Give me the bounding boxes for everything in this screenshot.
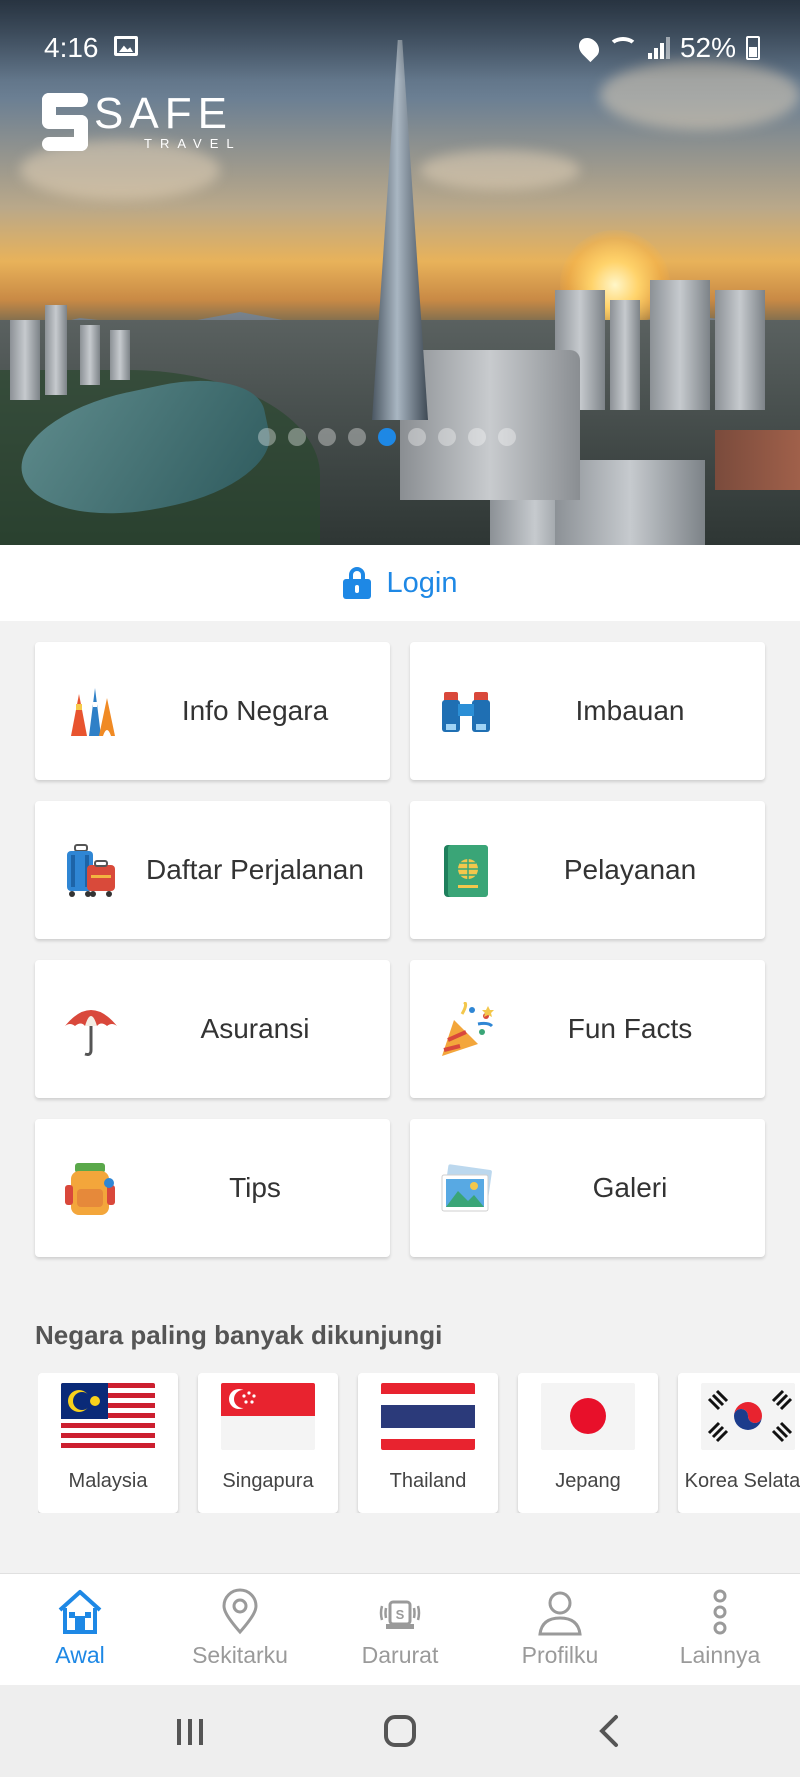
more-vertical-icon — [713, 1589, 727, 1635]
nav-label: Lainnya — [679, 1642, 761, 1668]
menu-label: Info Negara — [181, 695, 329, 726]
carousel-dot[interactable] — [288, 428, 306, 446]
location-pin-icon — [222, 1588, 258, 1635]
system-navigation-bar — [0, 1685, 800, 1777]
building — [45, 305, 67, 395]
singapore-flag — [221, 1383, 315, 1450]
nav-label: Awal — [55, 1642, 105, 1668]
nav-lainnya[interactable]: Lainnya — [640, 1574, 800, 1686]
country-carousel[interactable]: Malaysia Singapura Thailand Jepang Korea… — [38, 1373, 800, 1513]
country-name: Malaysia — [68, 1470, 148, 1492]
home-button-icon[interactable] — [370, 1707, 430, 1755]
country-name: Korea Selatan — [684, 1470, 800, 1492]
menu-label: Galeri — [592, 1172, 668, 1203]
wifi-icon — [607, 37, 638, 59]
nav-label: Sekitarku — [192, 1642, 288, 1668]
building — [110, 330, 130, 380]
japan-flag — [541, 1383, 635, 1450]
south-korea-flag — [701, 1383, 795, 1450]
menu-imbauan[interactable]: Imbauan — [410, 642, 765, 780]
thailand-flag — [381, 1383, 475, 1450]
nav-awal[interactable]: Awal — [0, 1574, 160, 1686]
hero-banner[interactable]: 4:16 52% SAFE TRAVEL — [0, 0, 800, 545]
country-card-singapura[interactable]: Singapura — [198, 1373, 338, 1513]
lock-icon — [342, 567, 371, 599]
building — [650, 280, 710, 410]
nav-sekitarku[interactable]: Sekitarku — [160, 1574, 320, 1686]
safe-travel-logo: SAFE TRAVEL — [42, 92, 242, 151]
carousel-dot[interactable] — [258, 428, 276, 446]
menu-daftar-perjalanan[interactable]: Daftar Perjalanan — [35, 801, 390, 939]
landmarks-icon — [71, 688, 115, 736]
building — [715, 430, 800, 490]
carousel-indicator — [258, 428, 516, 446]
country-card-korea-selatan[interactable]: Korea Selatan — [678, 1373, 800, 1513]
logo-text: SAFE — [94, 89, 233, 138]
menu-info-negara[interactable]: Info Negara — [35, 642, 390, 780]
photos-icon — [441, 1164, 492, 1212]
bottom-navigation: Awal Sekitarku S Darurat Profilku Lainny… — [0, 1573, 800, 1685]
backpack-icon — [65, 1163, 115, 1215]
mall-building — [400, 350, 580, 500]
country-card-malaysia[interactable]: Malaysia — [38, 1373, 178, 1513]
carousel-dot[interactable] — [438, 428, 456, 446]
status-time: 4:16 — [44, 32, 99, 63]
back-icon[interactable] — [580, 1707, 640, 1755]
building — [610, 300, 640, 410]
menu-tips[interactable]: Tips — [35, 1119, 390, 1257]
gallery-icon — [114, 36, 138, 56]
carousel-dot[interactable] — [318, 428, 336, 446]
building — [715, 290, 765, 410]
signal-icon — [647, 37, 670, 59]
skyscraper-tower — [372, 40, 428, 420]
nav-profilku[interactable]: Profilku — [480, 1574, 640, 1686]
country-card-jepang[interactable]: Jepang — [518, 1373, 658, 1513]
building — [80, 325, 100, 385]
menu-label: Daftar Perjalanan — [146, 854, 364, 885]
status-bar: 4:16 52% — [0, 0, 800, 95]
carousel-dot[interactable] — [468, 428, 486, 446]
malaysia-flag — [61, 1383, 155, 1450]
login-button[interactable]: Login — [0, 545, 800, 621]
section-title: Negara paling banyak dikunjungi — [35, 1320, 443, 1350]
country-card-thailand[interactable]: Thailand — [358, 1373, 498, 1513]
menu-label: Pelayanan — [563, 854, 697, 885]
location-icon — [574, 33, 604, 63]
luggage-icon — [67, 844, 115, 897]
menu-label: Fun Facts — [567, 1013, 693, 1044]
svg-text:S: S — [396, 1607, 405, 1622]
battery-icon — [746, 36, 760, 60]
cloud — [420, 150, 580, 190]
menu-label: Asuransi — [200, 1013, 310, 1044]
recent-apps-icon[interactable] — [160, 1707, 220, 1755]
menu-galeri[interactable]: Galeri — [410, 1119, 765, 1257]
country-name: Jepang — [555, 1470, 621, 1492]
logo-mark-icon — [42, 92, 88, 151]
logo-subtext: TRAVEL — [144, 136, 242, 151]
carousel-dot[interactable] — [498, 428, 516, 446]
menu-label: Imbauan — [575, 695, 685, 726]
carousel-dot-active[interactable] — [378, 428, 396, 446]
nav-label: Darurat — [361, 1642, 439, 1668]
home-icon — [58, 1590, 102, 1634]
emergency-siren-icon: S — [379, 1600, 421, 1629]
binoculars-icon — [442, 692, 490, 732]
umbrella-icon — [65, 1010, 117, 1056]
menu-asuransi[interactable]: Asuransi — [35, 960, 390, 1098]
menu-pelayanan[interactable]: Pelayanan — [410, 801, 765, 939]
menu-label: Tips — [229, 1172, 281, 1203]
country-name: Thailand — [389, 1470, 467, 1492]
party-popper-icon — [442, 1002, 494, 1056]
carousel-dot[interactable] — [408, 428, 426, 446]
passport-icon — [444, 845, 488, 897]
nav-darurat[interactable]: S Darurat — [320, 1574, 480, 1686]
login-label: Login — [386, 566, 458, 599]
menu-fun-facts[interactable]: Fun Facts — [410, 960, 765, 1098]
nav-label: Profilku — [521, 1642, 599, 1668]
battery-percent: 52% — [679, 32, 736, 63]
carousel-dot[interactable] — [348, 428, 366, 446]
person-icon — [538, 1591, 582, 1636]
building — [10, 320, 40, 400]
country-name: Singapura — [222, 1470, 314, 1492]
